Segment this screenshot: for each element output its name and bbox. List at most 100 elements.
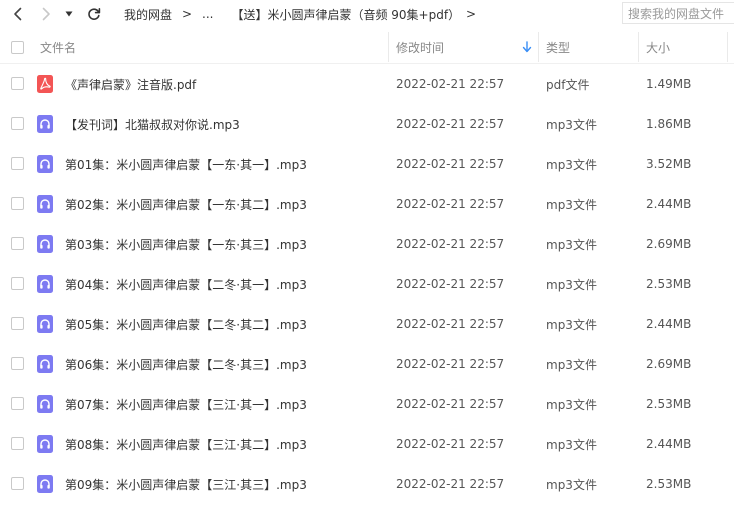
row-checkbox[interactable] — [11, 397, 24, 410]
column-header-name[interactable]: 文件名 — [40, 30, 76, 64]
file-type: mp3文件 — [546, 277, 597, 292]
file-size: 2.44MB — [646, 317, 692, 331]
file-modified-time: 2022-02-21 22:57 — [396, 277, 505, 291]
file-name[interactable]: 第05集：米小圆声律启蒙【二冬·其二】.mp3 — [65, 304, 307, 344]
column-type-label: 类型 — [546, 40, 571, 55]
column-header-type[interactable]: 类型 — [546, 30, 570, 64]
refresh-icon — [88, 8, 101, 20]
column-name-label: 文件名 — [40, 40, 77, 55]
row-checkbox[interactable] — [11, 477, 24, 490]
search-placeholder: 搜索我的网盘文件 — [628, 6, 725, 21]
file-name[interactable]: 第02集：米小圆声律启蒙【一东·其二】.mp3 — [65, 184, 307, 224]
file-type: pdf文件 — [546, 77, 590, 92]
file-row[interactable]: 第07集：米小圆声律启蒙【三江·其一】.mp3 2022-02-21 22:57… — [0, 384, 734, 424]
sort-descending-icon[interactable] — [522, 41, 532, 53]
file-name[interactable]: 第03集：米小圆声律启蒙【一东·其三】.mp3 — [65, 224, 307, 264]
file-name[interactable]: 第08集：米小圆声律启蒙【三江·其二】.mp3 — [65, 424, 307, 464]
file-row[interactable]: 【发刊词】北猫叔叔对你说.mp3 2022-02-21 22:57 mp3文件 … — [0, 104, 734, 144]
audio-file-icon — [37, 355, 53, 373]
file-modified-time: 2022-02-21 22:57 — [396, 197, 505, 211]
file-type: mp3文件 — [546, 157, 597, 172]
back-button[interactable] — [8, 4, 28, 24]
file-type: mp3文件 — [546, 237, 597, 252]
select-all-checkbox[interactable] — [11, 41, 24, 54]
refresh-button[interactable] — [84, 4, 104, 24]
breadcrumb: 我的网盘 > ... 【送】米小圆声律启蒙（音频 90集+pdf） > — [124, 0, 482, 28]
file-size: 2.44MB — [646, 437, 692, 451]
row-checkbox[interactable] — [11, 197, 24, 210]
column-header-size[interactable]: 大小 — [646, 30, 670, 64]
file-row[interactable]: 第06集：米小圆声律启蒙【二冬·其三】.mp3 2022-02-21 22:57… — [0, 344, 734, 384]
column-size-label: 大小 — [646, 40, 671, 55]
file-modified-time: 2022-02-21 22:57 — [396, 437, 505, 451]
file-type: mp3文件 — [546, 437, 597, 452]
file-row[interactable]: 第03集：米小圆声律启蒙【一东·其三】.mp3 2022-02-21 22:57… — [0, 224, 734, 264]
file-row[interactable]: 第02集：米小圆声律启蒙【一东·其二】.mp3 2022-02-21 22:57… — [0, 184, 734, 224]
file-size: 2.53MB — [646, 277, 692, 291]
row-checkbox[interactable] — [11, 317, 24, 330]
file-type: mp3文件 — [546, 397, 597, 412]
file-modified-time: 2022-02-21 22:57 — [396, 477, 505, 491]
column-divider — [727, 32, 728, 62]
file-size: 2.69MB — [646, 237, 692, 251]
file-row[interactable]: 第05集：米小圆声律启蒙【二冬·其二】.mp3 2022-02-21 22:57… — [0, 304, 734, 344]
column-modified-label: 修改时间 — [396, 40, 445, 55]
file-modified-time: 2022-02-21 22:57 — [396, 397, 505, 411]
file-name[interactable]: 《声律启蒙》注音版.pdf — [65, 64, 196, 104]
file-row[interactable]: 第01集：米小圆声律启蒙【一东·其一】.mp3 2022-02-21 22:57… — [0, 144, 734, 184]
breadcrumb-root[interactable]: 我的网盘 — [124, 6, 172, 23]
file-name[interactable]: 第07集：米小圆声律启蒙【三江·其一】.mp3 — [65, 384, 307, 424]
file-size: 2.44MB — [646, 197, 692, 211]
search-input[interactable]: 搜索我的网盘文件 — [622, 2, 734, 24]
audio-file-icon — [37, 235, 53, 253]
file-name[interactable]: 第01集：米小圆声律启蒙【一东·其一】.mp3 — [65, 144, 307, 184]
forward-button[interactable] — [36, 4, 56, 24]
row-checkbox[interactable] — [11, 157, 24, 170]
file-modified-time: 2022-02-21 22:57 — [396, 77, 505, 91]
pdf-file-icon — [37, 75, 53, 93]
audio-file-icon — [37, 115, 53, 133]
file-type: mp3文件 — [546, 477, 597, 492]
column-divider — [638, 32, 639, 62]
file-type: mp3文件 — [546, 357, 597, 372]
file-size: 3.52MB — [646, 157, 692, 171]
file-size: 2.53MB — [646, 477, 692, 491]
audio-file-icon — [37, 475, 53, 493]
file-row[interactable]: 第08集：米小圆声律启蒙【三江·其二】.mp3 2022-02-21 22:57… — [0, 424, 734, 464]
row-checkbox[interactable] — [11, 357, 24, 370]
column-divider — [388, 32, 389, 62]
audio-file-icon — [37, 275, 53, 293]
toolbar: 我的网盘 > ... 【送】米小圆声律启蒙（音频 90集+pdf） > 搜索我的… — [0, 0, 734, 28]
row-checkbox[interactable] — [11, 277, 24, 290]
file-modified-time: 2022-02-21 22:57 — [396, 117, 505, 131]
audio-file-icon — [37, 315, 53, 333]
breadcrumb-separator: > — [181, 7, 193, 21]
file-type: mp3文件 — [546, 197, 597, 212]
file-name[interactable]: 第09集：米小圆声律启蒙【三江·其三】.mp3 — [65, 464, 307, 504]
file-row[interactable]: 第09集：米小圆声律启蒙【三江·其三】.mp3 2022-02-21 22:57… — [0, 464, 734, 504]
breadcrumb-ellipsis[interactable]: ... — [202, 7, 213, 21]
row-checkbox[interactable] — [11, 237, 24, 250]
row-checkbox[interactable] — [11, 77, 24, 90]
column-divider — [538, 32, 539, 62]
file-size: 2.69MB — [646, 357, 692, 371]
row-checkbox[interactable] — [11, 117, 24, 130]
file-size: 1.49MB — [646, 77, 692, 91]
file-modified-time: 2022-02-21 22:57 — [396, 357, 505, 371]
audio-file-icon — [37, 395, 53, 413]
audio-file-icon — [37, 435, 53, 453]
file-row[interactable]: 《声律启蒙》注音版.pdf 2022-02-21 22:57 pdf文件 1.4… — [0, 64, 734, 104]
breadcrumb-current-folder[interactable]: 【送】米小圆声律启蒙（音频 90集+pdf） — [231, 6, 460, 23]
file-name[interactable]: 【发刊词】北猫叔叔对你说.mp3 — [65, 104, 240, 144]
file-list-header: 文件名 修改时间 类型 大小 — [0, 30, 734, 64]
file-type: mp3文件 — [546, 117, 597, 132]
file-row[interactable]: 第04集：米小圆声律启蒙【二冬·其一】.mp3 2022-02-21 22:57… — [0, 264, 734, 304]
chevron-left-icon — [14, 7, 22, 21]
row-checkbox[interactable] — [11, 437, 24, 450]
file-modified-time: 2022-02-21 22:57 — [396, 317, 505, 331]
column-header-modified[interactable]: 修改时间 — [396, 30, 444, 64]
file-name[interactable]: 第04集：米小圆声律启蒙【二冬·其一】.mp3 — [65, 264, 307, 304]
file-name[interactable]: 第06集：米小圆声律启蒙【二冬·其三】.mp3 — [65, 344, 307, 384]
chevron-right-icon — [42, 7, 50, 21]
history-dropdown-button[interactable] — [62, 4, 76, 24]
